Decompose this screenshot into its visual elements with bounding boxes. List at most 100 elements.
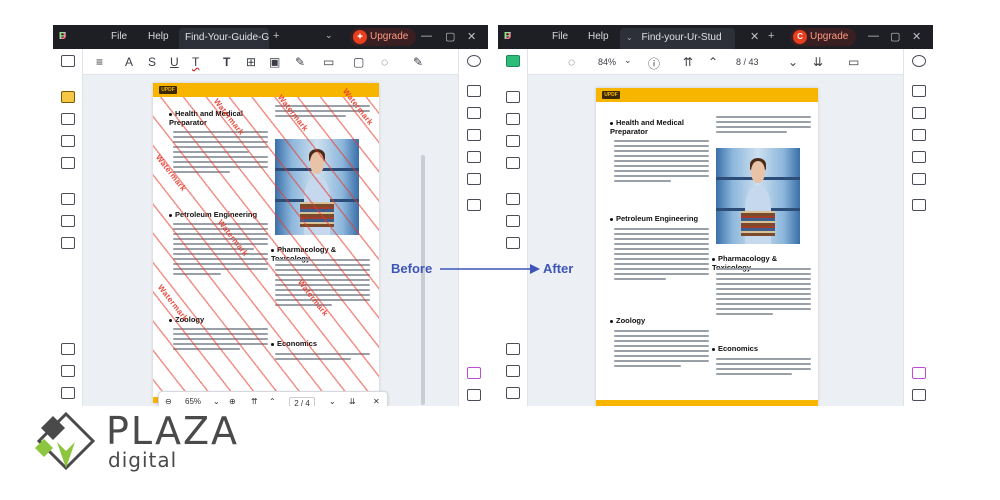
right-sidebar <box>458 49 488 406</box>
bookmark-icon[interactable] <box>61 365 75 377</box>
chat-icon[interactable] <box>912 389 926 401</box>
organize-icon[interactable] <box>61 135 75 147</box>
menu-file[interactable]: File <box>552 31 568 42</box>
new-tab-icon[interactable]: + <box>273 30 279 42</box>
protect-icon[interactable] <box>61 237 75 249</box>
page-input[interactable]: 8 / 43 <box>736 57 759 67</box>
pencil-icon[interactable]: ✎ <box>295 55 305 69</box>
pin-icon[interactable]: ✎ <box>413 55 423 69</box>
strikethrough-icon[interactable]: S <box>148 55 156 69</box>
new-tab-icon[interactable]: + <box>768 30 774 42</box>
stamp-icon[interactable]: ◌ <box>381 55 388 69</box>
chevron-down-icon[interactable]: ⌄ <box>624 55 632 66</box>
view-toolbar: ◌ 84% ⌄ ⓘ ⇈ ⌃ 8 / 43 ⌄ ⇊ ▭ <box>528 49 903 75</box>
close-tab-icon[interactable]: ✕ <box>750 30 759 43</box>
zoom-value[interactable]: 84% <box>598 57 616 67</box>
ai-assistant-icon[interactable] <box>467 367 481 379</box>
document-tab[interactable]: Find-Your-Guide-G... <box>179 28 269 49</box>
email-icon[interactable] <box>467 173 481 185</box>
comment-mode-icon[interactable] <box>506 91 520 103</box>
highlight-icon[interactable]: A <box>125 55 133 69</box>
document-canvas[interactable]: UPDF Health and Medical Preparator Petro… <box>83 75 458 406</box>
bookmark-icon[interactable] <box>506 365 520 377</box>
ai-assistant-icon[interactable] <box>912 367 926 379</box>
convert-icon[interactable] <box>61 193 75 205</box>
search-icon[interactable] <box>912 55 926 67</box>
share-icon[interactable] <box>912 151 926 163</box>
zoom-in-icon[interactable]: ⊕ <box>229 397 236 406</box>
chat-icon[interactable] <box>467 389 481 401</box>
reader-icon[interactable] <box>61 55 75 67</box>
upgrade-button[interactable]: C Upgrade <box>790 28 857 46</box>
organize-icon[interactable] <box>506 135 520 147</box>
last-page-icon[interactable]: ⇊ <box>349 397 356 406</box>
search-icon[interactable] <box>467 55 481 67</box>
eraser-icon[interactable]: ▭ <box>323 55 334 69</box>
paragraph <box>614 140 709 185</box>
textbox-icon[interactable]: ⊞ <box>246 55 256 69</box>
convert-pdf-icon[interactable] <box>912 107 926 119</box>
layers-icon[interactable] <box>61 343 75 355</box>
text-icon[interactable]: T <box>223 55 230 69</box>
squiggly-icon[interactable]: T <box>192 55 199 69</box>
chevron-down-icon[interactable]: ⌄ <box>626 33 633 42</box>
shape-icon[interactable]: ▢ <box>353 55 364 69</box>
upgrade-button[interactable]: ✦ Upgrade <box>350 28 417 46</box>
menu-help[interactable]: Help <box>148 31 169 42</box>
form-icon[interactable] <box>61 157 75 169</box>
edit-mode-icon[interactable] <box>506 113 520 125</box>
document-tab[interactable]: ⌄ Find-your-Ur-Stud <box>620 28 735 49</box>
maximize-icon[interactable]: ▢ <box>890 30 900 43</box>
close-icon[interactable]: ✕ <box>912 30 921 43</box>
next-page-icon[interactable]: ⌄ <box>788 55 798 69</box>
underline-icon[interactable]: U <box>170 55 179 69</box>
menu-file[interactable]: File <box>111 31 127 42</box>
protect-pdf-icon[interactable] <box>912 129 926 141</box>
next-page-icon[interactable]: ⌄ <box>329 397 336 406</box>
prev-page-icon[interactable]: ⌃ <box>269 397 276 406</box>
comment-icon[interactable]: ▭ <box>848 55 859 69</box>
menu-help[interactable]: Help <box>588 31 609 42</box>
brand-logo: UPDF <box>159 86 177 94</box>
maximize-icon[interactable]: ▢ <box>445 30 455 43</box>
info-icon[interactable]: ⓘ <box>648 55 660 72</box>
scrollbar[interactable] <box>421 155 425 405</box>
minimize-icon[interactable]: — <box>868 30 879 42</box>
save-icon[interactable] <box>912 199 926 211</box>
attachment-icon[interactable] <box>506 387 520 399</box>
last-page-icon[interactable]: ⇊ <box>813 55 823 69</box>
convert-icon[interactable] <box>506 193 520 205</box>
attachment-icon[interactable] <box>61 387 75 399</box>
zoom-value[interactable]: 65% <box>185 397 201 406</box>
close-icon[interactable]: ✕ <box>373 397 380 406</box>
share-icon[interactable] <box>467 151 481 163</box>
close-icon[interactable]: ✕ <box>467 30 476 43</box>
callout-icon[interactable]: ▣ <box>269 55 280 69</box>
email-icon[interactable] <box>912 173 926 185</box>
first-page-icon[interactable]: ⇈ <box>251 397 258 406</box>
convert-pdf-icon[interactable] <box>467 107 481 119</box>
first-page-icon[interactable]: ⇈ <box>683 55 693 69</box>
reader-icon[interactable] <box>506 55 520 67</box>
comment-mode-icon[interactable] <box>61 91 75 103</box>
crop-icon[interactable] <box>506 215 520 227</box>
minimize-icon[interactable]: — <box>421 30 432 42</box>
rotate-icon[interactable]: ◌ <box>568 55 575 69</box>
protect-icon[interactable] <box>506 237 520 249</box>
ocr-icon[interactable] <box>467 85 481 97</box>
ocr-icon[interactable] <box>912 85 926 97</box>
page-input[interactable]: 2 / 4 <box>289 397 315 406</box>
protect-pdf-icon[interactable] <box>467 129 481 141</box>
form-icon[interactable] <box>506 157 520 169</box>
left-sidebar <box>498 49 528 406</box>
chevron-down-icon[interactable]: ⌄ <box>325 30 333 41</box>
chevron-down-icon[interactable]: ⌄ <box>213 397 220 406</box>
document-canvas[interactable]: UPDF Health and Medical Preparator Petro… <box>528 75 903 406</box>
zoom-out-icon[interactable]: ⊖ <box>165 397 172 406</box>
comment-icon[interactable]: ≡ <box>96 55 103 69</box>
prev-page-icon[interactable]: ⌃ <box>708 55 718 69</box>
crop-icon[interactable] <box>61 215 75 227</box>
edit-mode-icon[interactable] <box>61 113 75 125</box>
save-icon[interactable] <box>467 199 481 211</box>
layers-icon[interactable] <box>506 343 520 355</box>
